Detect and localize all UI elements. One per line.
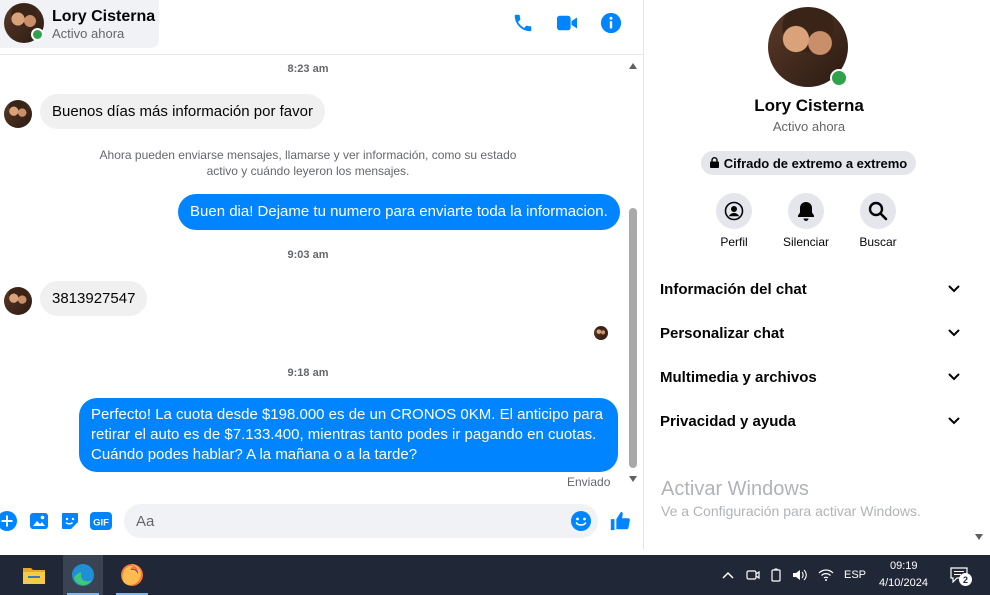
activation-watermark-title: Activar Windows [661, 478, 809, 500]
edge-icon[interactable] [63, 555, 103, 595]
gif-label: GIF [93, 518, 109, 529]
like-icon[interactable] [609, 510, 631, 532]
section-media-files[interactable]: Multimedia y archivos [660, 365, 960, 389]
outgoing-message[interactable]: Perfecto! La cuota desde $198.000 es de … [79, 398, 618, 472]
timestamp: 9:18 am [287, 367, 329, 379]
taskbar: ESP 09:19 4/10/2024 2 [0, 555, 990, 595]
messenger-window: Lory Cisterna Activo ahora 8:23 am Bueno… [0, 0, 990, 595]
emoji-icon[interactable] [570, 510, 592, 532]
chat-header: Lory Cisterna Activo ahora [0, 0, 643, 55]
sent-status: Enviado [567, 475, 611, 489]
contact-avatar [4, 3, 44, 43]
meet-now-icon[interactable] [745, 567, 761, 583]
section-chat-info[interactable]: Información del chat [660, 277, 960, 301]
bell-icon[interactable] [788, 193, 824, 229]
profile-action-label: Perfil [720, 235, 748, 249]
clock-time[interactable]: 09:19 [890, 560, 918, 572]
info-icon[interactable] [599, 11, 623, 35]
mute-action-label: Silenciar [782, 235, 830, 249]
notifications-icon[interactable]: 2 [949, 566, 972, 586]
online-status-dot [31, 28, 44, 41]
firefox-icon[interactable] [112, 555, 152, 595]
section-label: Privacidad y ayuda [660, 412, 796, 430]
scroll-down-arrow[interactable] [629, 476, 637, 482]
encryption-label: Cifrado de extremo a extremo [723, 155, 908, 171]
notification-count-badge: 2 [959, 573, 972, 586]
system-note: Ahora pueden enviarse mensajes, llamarse… [99, 148, 517, 178]
section-customize-chat[interactable]: Personalizar chat [660, 321, 960, 345]
chevron-down-icon [948, 412, 960, 430]
section-label: Multimedia y archivos [660, 368, 817, 386]
scroll-up-arrow[interactable] [629, 63, 637, 69]
video-icon[interactable] [555, 11, 579, 35]
section-privacy-help[interactable]: Privacidad y ayuda [660, 409, 960, 433]
chevron-down-icon [948, 324, 960, 342]
chevron-up-icon[interactable] [720, 567, 736, 583]
sticker-icon[interactable] [59, 510, 81, 532]
online-status-dot [830, 69, 848, 87]
mute-action[interactable]: Silenciar [771, 193, 841, 249]
phone-icon[interactable] [511, 11, 535, 35]
sender-avatar[interactable] [4, 100, 32, 128]
incoming-message[interactable]: Buenos días más información por favor [40, 94, 325, 129]
incoming-message[interactable]: 3813927547 [40, 281, 148, 316]
chevron-down-icon [948, 280, 960, 298]
contact-status: Activo ahora [52, 26, 125, 41]
profile-status: Activo ahora [772, 119, 846, 134]
seen-indicator-avatar [594, 326, 608, 340]
battery-icon[interactable] [768, 567, 784, 583]
profile-name: Lory Cisterna [754, 96, 864, 115]
message-composer: GIF [0, 498, 643, 546]
wifi-icon[interactable] [818, 567, 834, 583]
search-action-label: Buscar [859, 235, 897, 249]
contact-name: Lory Cisterna [52, 8, 156, 25]
message-list[interactable]: 8:23 am Buenos días más información por … [0, 56, 643, 494]
file-explorer-icon[interactable] [14, 555, 54, 595]
clock-date[interactable]: 4/10/2024 [879, 577, 928, 589]
panel-scroll-down-arrow[interactable] [975, 534, 983, 540]
gif-icon[interactable]: GIF [90, 510, 112, 532]
encryption-badge[interactable]: Cifrado de extremo a extremo [701, 151, 916, 175]
sender-avatar[interactable] [4, 287, 32, 315]
timestamp: 9:03 am [287, 249, 329, 261]
contact-info-button[interactable]: Lory Cisterna Activo ahora [0, 0, 159, 48]
section-label: Personalizar chat [660, 324, 785, 342]
outgoing-message[interactable]: Buen dia! Dejame tu numero para enviarte… [178, 194, 620, 230]
section-label: Información del chat [660, 280, 807, 298]
image-icon[interactable] [28, 510, 50, 532]
profile-action[interactable]: Perfil [699, 193, 769, 249]
search-icon[interactable] [860, 193, 896, 229]
plus-icon[interactable] [0, 510, 18, 532]
message-input[interactable] [124, 504, 598, 538]
language-indicator[interactable]: ESP [844, 569, 866, 581]
lock-icon [709, 156, 719, 171]
search-action[interactable]: Buscar [843, 193, 913, 249]
activation-watermark-subtitle: Ve a Configuración para activar Windows. [661, 503, 921, 519]
conversation-details-panel: Lory Cisterna Activo ahora Cifrado de ex… [643, 0, 990, 550]
profile-avatar[interactable] [768, 7, 848, 87]
profile-icon[interactable] [716, 193, 752, 229]
chevron-down-icon [948, 368, 960, 386]
volume-icon[interactable] [792, 567, 808, 583]
timestamp: 8:23 am [287, 63, 329, 75]
scrollbar-thumb[interactable] [629, 208, 637, 468]
